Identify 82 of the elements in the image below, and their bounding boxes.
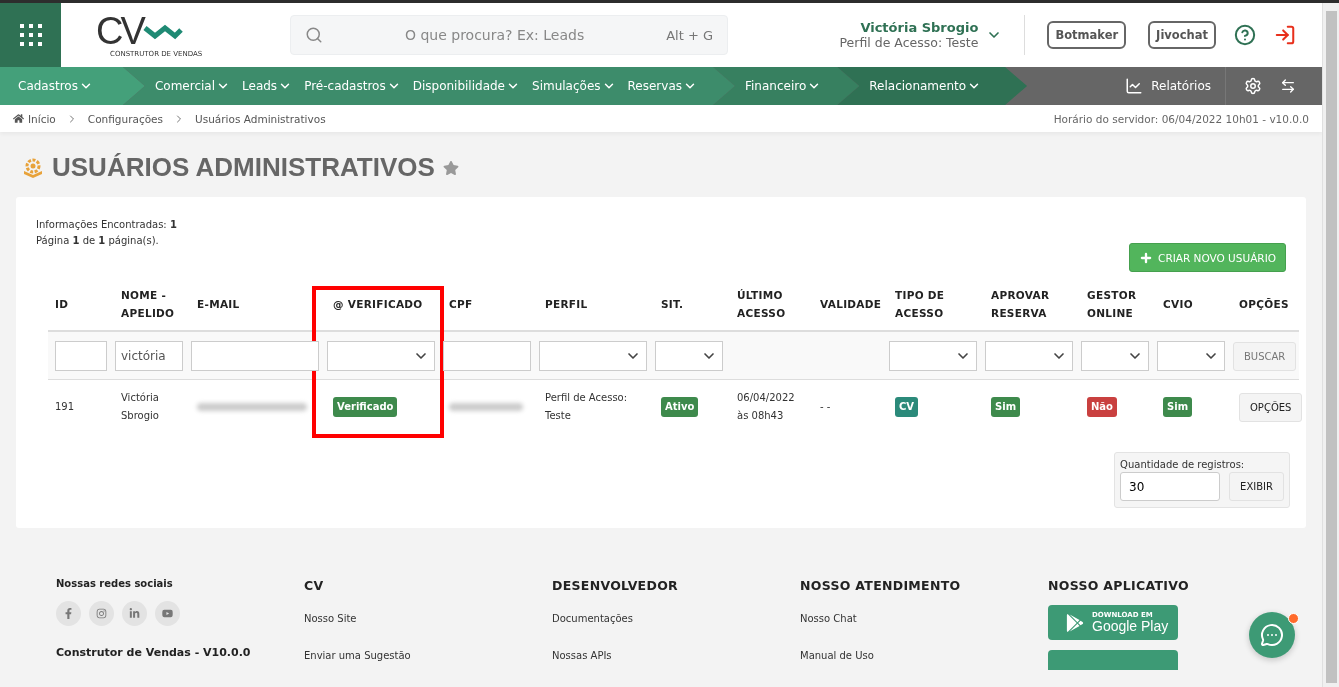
home-icon (13, 113, 24, 124)
page-title: USUÁRIOS ADMINISTRATIVOS (52, 152, 435, 183)
summary-text: Informações Encontradas: 1 (36, 218, 178, 232)
filter-select[interactable] (985, 341, 1073, 371)
show-button[interactable]: EXIBIR (1229, 472, 1284, 501)
nav-item[interactable]: Pré-cadastros (304, 79, 407, 93)
breadcrumb-link[interactable]: Início (13, 112, 56, 125)
status-badge: Não (1087, 397, 1117, 417)
filter-select[interactable] (655, 341, 723, 371)
linkedin-icon[interactable] (122, 601, 147, 626)
swap-button[interactable] (1280, 78, 1296, 94)
footer-link[interactable]: Manual de Uso (800, 650, 1048, 661)
table-cell-text: - - (820, 400, 831, 414)
options-button[interactable]: OPÇÕES (1239, 392, 1303, 422)
nav-item[interactable]: Reservas (627, 79, 703, 93)
nav-item[interactable]: Simulações (532, 79, 622, 93)
search-icon (305, 26, 323, 44)
line-chart-icon (1125, 77, 1144, 95)
youtube-icon[interactable] (155, 601, 180, 626)
grid-icon (18, 23, 43, 47)
instagram-icon[interactable] (89, 601, 114, 626)
apps-menu-button[interactable] (0, 3, 61, 67)
nav-item[interactable]: Leads (242, 79, 299, 93)
user-name[interactable]: Victória Sbrogio (860, 20, 979, 35)
nav-item[interactable]: Comercial (154, 79, 237, 93)
logout-button[interactable] (1274, 24, 1296, 46)
help-button[interactable] (1234, 24, 1256, 46)
status-badge: Sim (1163, 397, 1193, 417)
page-icon (22, 156, 44, 179)
footer-link[interactable]: Nosso Chat (800, 613, 1048, 624)
logo-text: CV (96, 12, 143, 50)
footer-heading: NOSSO APLICATIVO (1048, 578, 1190, 593)
records-field[interactable]: 30 (1120, 472, 1221, 501)
status-badge: Sim (991, 397, 1021, 417)
status-badge: Verificado (333, 397, 398, 417)
footer-heading: DESENVOLVEDOR (552, 578, 679, 593)
status-badge: Ativo (661, 397, 699, 417)
version-text: Construtor de Vendas - V10.0.0 (56, 646, 252, 659)
table-cell-text: 191 (55, 400, 75, 414)
logo-wave-icon (142, 22, 183, 40)
filter-select[interactable] (327, 341, 435, 371)
shortcut-hint: Alt + G (666, 27, 713, 43)
filter-field[interactable] (55, 341, 107, 371)
nav-item[interactable]: Disponibilidade (412, 79, 526, 93)
footer-link[interactable]: Nosso Site (304, 613, 552, 624)
filter-field[interactable] (191, 341, 319, 371)
footer-link[interactable]: Nossas APIs (552, 650, 800, 661)
integration-button[interactable]: Jivochat (1148, 21, 1216, 49)
summary-text: Página 1 de 1 página(s). (36, 234, 160, 248)
server-time: Horário do servidor: 06/04/2022 10h01 - v10.0.0 (1053, 112, 1309, 125)
filter-select[interactable] (889, 341, 977, 371)
favorite-star-icon[interactable] (442, 159, 459, 176)
chat-button[interactable] (1249, 612, 1295, 658)
records-label: Quantidade de registros: (1120, 459, 1246, 470)
status-badge: CV (895, 397, 919, 417)
user-profile: Perfil de Acesso: Teste (839, 35, 979, 50)
footer-link[interactable]: Enviar uma Sugestão (304, 650, 552, 661)
table-cell-text: Victória Sbrogio (121, 391, 160, 423)
settings-button[interactable] (1244, 77, 1262, 95)
filter-select[interactable] (539, 341, 647, 371)
nav-item[interactable]: Relacionamento (869, 79, 988, 93)
search-field[interactable]: O que procura? Ex: Leads Alt + G (290, 15, 728, 55)
footer-heading: Nossas redes sociais (56, 578, 174, 589)
breadcrumb-link[interactable]: Configurações (87, 112, 164, 125)
search-button[interactable]: BUSCAR (1233, 341, 1297, 371)
breadcrumb-link[interactable]: Usuários Administrativos (195, 112, 326, 125)
filter-field[interactable]: victória (115, 341, 183, 371)
plus-icon (1139, 250, 1154, 265)
filter-field[interactable] (443, 341, 531, 371)
scrollbar[interactable] (1322, 3, 1339, 687)
footer-link[interactable]: Documentações (552, 613, 800, 624)
footer-heading: NOSSO ATENDIMENTO (800, 578, 962, 593)
chat-icon (1260, 623, 1284, 647)
filter-select[interactable] (1081, 341, 1149, 371)
table-cell-text: 06/04/2022 às 08h43 (737, 391, 796, 423)
filter-select[interactable] (1157, 341, 1225, 371)
table-cell-text: Perfil de Acesso: Teste (545, 391, 629, 423)
search-input[interactable]: O que procura? Ex: Leads (335, 26, 655, 44)
footer-heading: CV (304, 578, 325, 593)
nav-item[interactable]: Financeiro (745, 79, 828, 93)
integration-button[interactable]: Botmaker (1047, 21, 1127, 49)
facebook-icon[interactable] (56, 601, 81, 626)
